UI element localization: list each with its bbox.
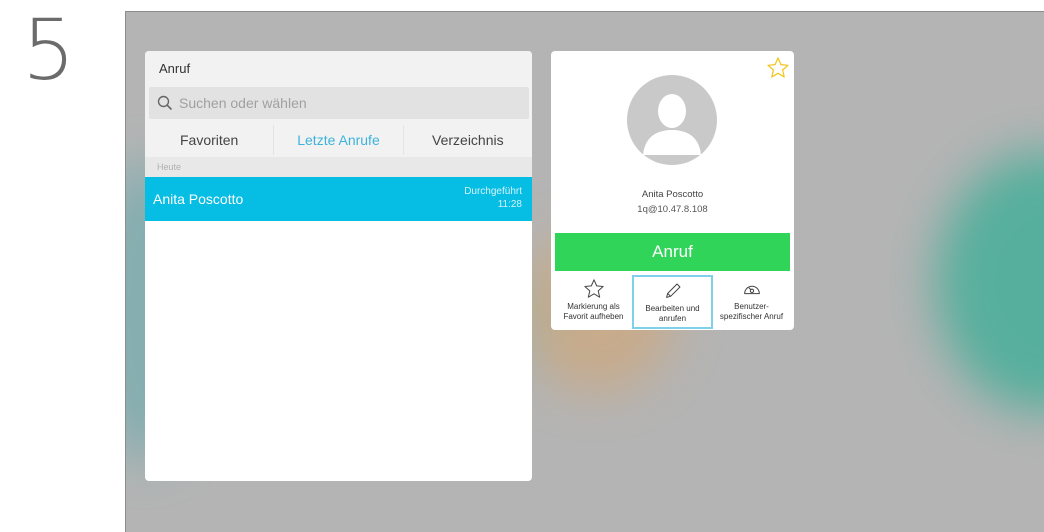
- recent-call-name: Anita Poscotto: [153, 191, 244, 207]
- device-screen: Anruf Favoriten Letzte Anrufe Verzeichni…: [125, 11, 1044, 532]
- tab-favorites[interactable]: Favoriten: [145, 125, 275, 155]
- contact-name: Anita Poscotto: [641, 189, 704, 200]
- selection-pointer: [531, 191, 532, 207]
- star-outline-icon[interactable]: [766, 56, 790, 80]
- edit-and-call-label-line1: Bearbeiten und: [645, 304, 700, 313]
- tab-recent-calls[interactable]: Letzte Anrufe: [274, 125, 404, 155]
- unfavorite-button[interactable]: Markierung als Favorit aufheben: [555, 275, 632, 329]
- search-icon: [157, 95, 173, 111]
- pencil-icon: [665, 283, 680, 298]
- custom-call-label-line1: Benutzer-: [734, 302, 769, 311]
- unfavorite-label-line2: Favorit aufheben: [563, 312, 624, 321]
- call-tabs: Favoriten Letzte Anrufe Verzeichnis: [145, 125, 532, 155]
- search-bar[interactable]: [149, 87, 529, 119]
- search-input[interactable]: [177, 94, 501, 112]
- custom-call-button[interactable]: Benutzer- spezifischer Anruf: [713, 275, 790, 329]
- avatar: [627, 75, 717, 165]
- recent-call-time: 11:28: [497, 199, 522, 210]
- recent-call-status: Durchgeführt: [464, 186, 522, 197]
- person-silhouette-icon: [643, 94, 701, 155]
- custom-call-icon: [743, 285, 760, 295]
- edit-and-call-label-line2: anrufen: [658, 314, 687, 323]
- background-blur: [936, 152, 1044, 412]
- step-number: 5: [22, 1, 75, 99]
- tab-directory[interactable]: Verzeichnis: [404, 125, 532, 155]
- unfavorite-label-line1: Markierung als: [567, 302, 620, 311]
- contact-card: Anita Poscotto 1q@10.47.8.108 Anruf Mark…: [551, 51, 794, 330]
- recent-call-meta: Durchgeführt 11:28: [464, 185, 522, 211]
- call-button[interactable]: Anruf: [555, 233, 790, 271]
- section-label-today: Heute: [145, 157, 532, 177]
- custom-call-label-line2: spezifischer Anruf: [719, 312, 784, 321]
- contact-actions: Markierung als Favorit aufheben Bearbeit…: [555, 275, 790, 329]
- edit-and-call-button[interactable]: Bearbeiten und anrufen: [632, 275, 713, 329]
- call-panel-title: Anruf: [159, 61, 191, 76]
- call-panel-header: Anruf Favoriten Letzte Anrufe Verzeichni…: [145, 51, 532, 157]
- recent-call-row[interactable]: Anita Poscotto Durchgeführt 11:28: [145, 177, 532, 221]
- contact-address: 1q@10.47.8.108: [637, 204, 708, 215]
- call-panel: Anruf Favoriten Letzte Anrufe Verzeichni…: [145, 51, 532, 481]
- star-outline-icon: [583, 279, 604, 298]
